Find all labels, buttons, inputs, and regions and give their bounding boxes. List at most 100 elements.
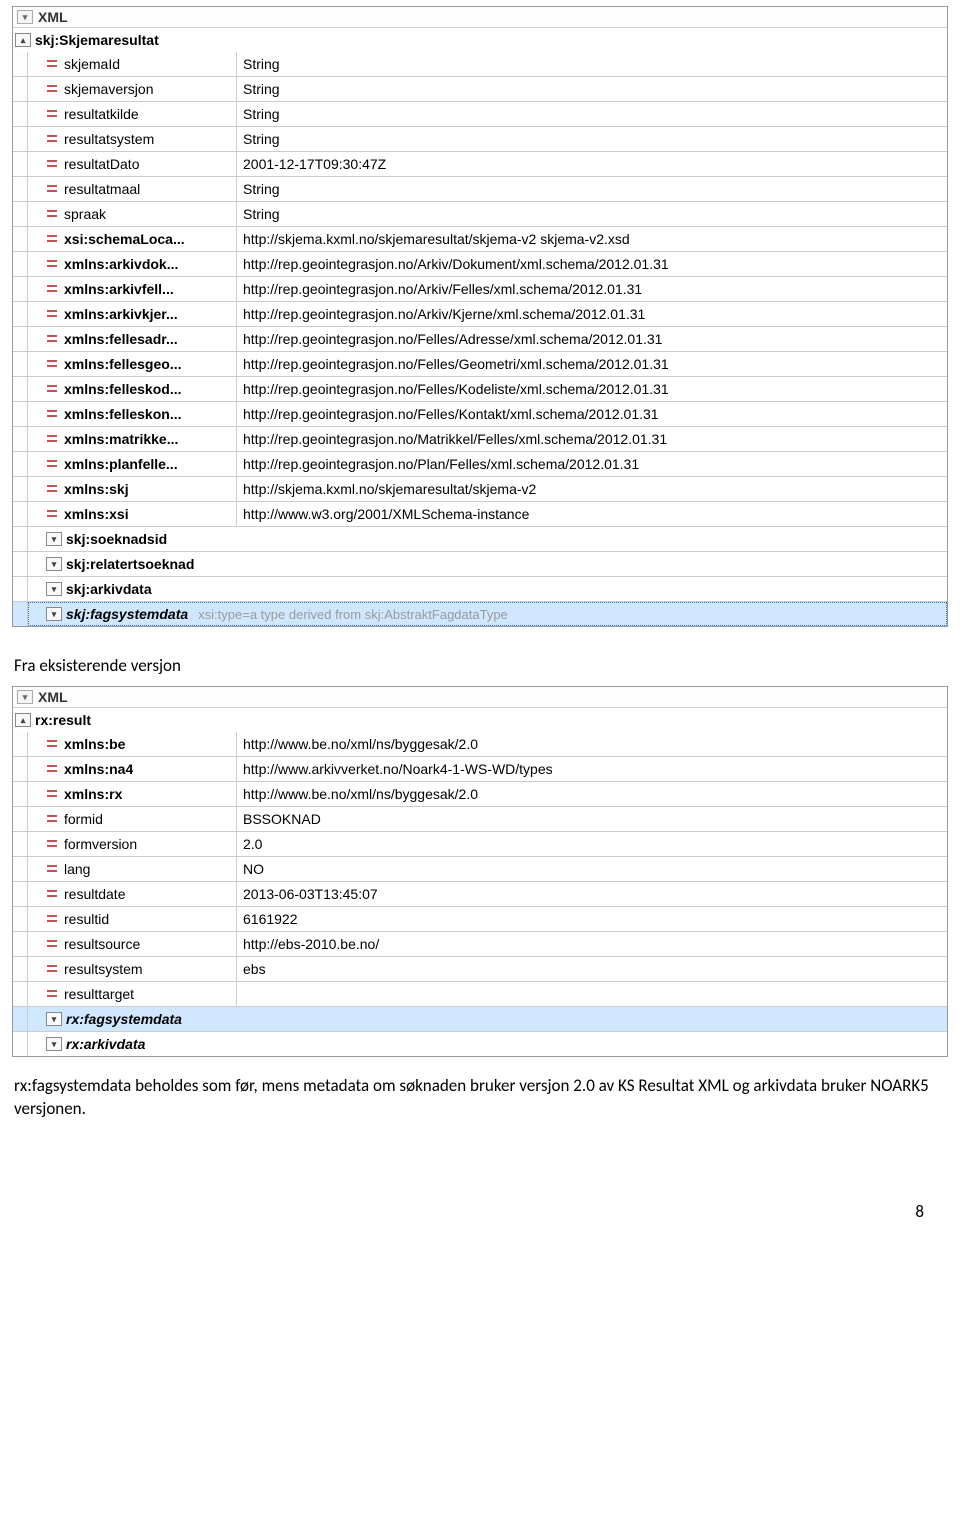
value-cell[interactable]: 2013-06-03T13:45:07 bbox=[237, 882, 947, 906]
name-cell: skjemaversjon bbox=[28, 77, 237, 101]
gutter bbox=[13, 427, 28, 451]
value-cell[interactable]: http://www.be.no/xml/ns/byggesak/2.0 bbox=[237, 732, 947, 756]
tree-row[interactable]: skj:soeknadsid bbox=[13, 526, 947, 551]
value-cell[interactable]: http://ebs-2010.be.no/ bbox=[237, 932, 947, 956]
tree-row[interactable]: resultdate 2013-06-03T13:45:07 bbox=[13, 881, 947, 906]
gutter bbox=[13, 757, 28, 781]
node-name: rx:arkivdata bbox=[66, 1036, 145, 1052]
tree-row[interactable]: xmlns:na4http://www.arkivverket.no/Noark… bbox=[13, 756, 947, 781]
gutter bbox=[13, 277, 28, 301]
value-cell[interactable]: http://www.be.no/xml/ns/byggesak/2.0 bbox=[237, 782, 947, 806]
name-cell: skj:soeknadsid bbox=[28, 527, 947, 551]
tree-row[interactable]: xmlns:felleskon...http://rep.geointegras… bbox=[13, 401, 947, 426]
root-row[interactable]: rx:result bbox=[13, 708, 947, 732]
gutter bbox=[13, 227, 28, 251]
value-cell[interactable]: ebs bbox=[237, 957, 947, 981]
node-name: formversion bbox=[64, 836, 137, 852]
tree-row[interactable]: formidBSSOKNAD bbox=[13, 806, 947, 831]
name-cell: resultdate bbox=[28, 882, 237, 906]
value-cell[interactable]: String bbox=[237, 177, 947, 201]
value-cell[interactable] bbox=[237, 982, 947, 1006]
tree-row[interactable]: xmlns:planfelle... http://rep.geointegras… bbox=[13, 451, 947, 476]
tree-row[interactable]: langNO bbox=[13, 856, 947, 881]
value-cell[interactable]: 2001-12-17T09:30:47Z bbox=[237, 152, 947, 176]
gutter bbox=[13, 502, 28, 526]
value-cell[interactable]: 6161922 bbox=[237, 907, 947, 931]
tree-row[interactable]: xmlns:arkivfell...http://rep.geointegras… bbox=[13, 276, 947, 301]
name-cell: xmlns:be bbox=[28, 732, 237, 756]
tree-row[interactable]: rx:fagsystemdata bbox=[13, 1006, 947, 1031]
value-cell[interactable]: http://rep.geointegrasjon.no/Arkiv/Kjern… bbox=[237, 302, 947, 326]
value-cell[interactable]: BSSOKNAD bbox=[237, 807, 947, 831]
attribute-icon bbox=[46, 207, 60, 221]
tree-row[interactable]: formversion 2.0 bbox=[13, 831, 947, 856]
value-cell[interactable]: 2.0 bbox=[237, 832, 947, 856]
value-cell[interactable]: NO bbox=[237, 857, 947, 881]
tree-row[interactable]: skj:arkivdata bbox=[13, 576, 947, 601]
tree-row[interactable]: resultid6161922 bbox=[13, 906, 947, 931]
tree-2: rx:result xmlns:behttp://www.be.no/xml/n… bbox=[13, 708, 947, 1056]
tree-row[interactable]: resultatDato2001-12-17T09:30:47Z bbox=[13, 151, 947, 176]
collapse-icon[interactable] bbox=[15, 33, 31, 47]
collapse-icon[interactable] bbox=[15, 713, 31, 727]
value-cell[interactable]: http://rep.geointegrasjon.no/Matrikkel/F… bbox=[237, 427, 947, 451]
tree-row[interactable]: xmlns:rxhttp://www.be.no/xml/ns/byggesak… bbox=[13, 781, 947, 806]
tree-row[interactable]: xmlns:behttp://www.be.no/xml/ns/byggesak… bbox=[13, 732, 947, 756]
node-name: xmlns:planfelle... bbox=[64, 456, 178, 472]
node-name: resultsource bbox=[64, 936, 140, 952]
value-cell[interactable]: http://rep.geointegrasjon.no/Plan/Felles… bbox=[237, 452, 947, 476]
node-name: xmlns:arkivkjer... bbox=[64, 306, 178, 322]
tree-row[interactable]: xmlns:xsihttp://www.w3.org/2001/XMLSchem… bbox=[13, 501, 947, 526]
value-cell[interactable]: http://rep.geointegrasjon.no/Arkiv/Felle… bbox=[237, 277, 947, 301]
tree-row[interactable]: resultsystemebs bbox=[13, 956, 947, 981]
value-cell[interactable]: http://rep.geointegrasjon.no/Arkiv/Dokum… bbox=[237, 252, 947, 276]
value-cell[interactable]: String bbox=[237, 102, 947, 126]
expand-icon[interactable] bbox=[46, 532, 62, 546]
tree-row[interactable]: resultatmaalString bbox=[13, 176, 947, 201]
tree-row[interactable]: xmlns:skjhttp://skjema.kxml.no/skjemares… bbox=[13, 476, 947, 501]
value-cell[interactable]: String bbox=[237, 77, 947, 101]
xml-icon bbox=[17, 690, 33, 704]
tree-row[interactable]: xmlns:felleskod...http://rep.geointegras… bbox=[13, 376, 947, 401]
expand-icon[interactable] bbox=[46, 582, 62, 596]
node-name: resultdate bbox=[64, 886, 125, 902]
value-cell[interactable]: http://rep.geointegrasjon.no/Felles/Kode… bbox=[237, 377, 947, 401]
tree-row[interactable]: xsi:schemaLoca...http://skjema.kxml.no/s… bbox=[13, 226, 947, 251]
value-cell[interactable]: http://skjema.kxml.no/skjemaresultat/skj… bbox=[237, 227, 947, 251]
tree-row[interactable]: xmlns:matrikke...http://rep.geointegrasj… bbox=[13, 426, 947, 451]
value-cell[interactable]: String bbox=[237, 127, 947, 151]
node-name: skj:arkivdata bbox=[66, 581, 152, 597]
expand-icon[interactable] bbox=[46, 1037, 62, 1051]
tree-row[interactable]: xmlns:arkivkjer... http://rep.geointegras… bbox=[13, 301, 947, 326]
value-cell[interactable]: http://www.w3.org/2001/XMLSchema-instanc… bbox=[237, 502, 947, 526]
attribute-icon bbox=[46, 132, 60, 146]
tree-row[interactable]: resultatsystemString bbox=[13, 126, 947, 151]
tree-row[interactable]: spraakString bbox=[13, 201, 947, 226]
value-cell[interactable]: http://rep.geointegrasjon.no/Felles/Adre… bbox=[237, 327, 947, 351]
expand-icon[interactable] bbox=[46, 557, 62, 571]
name-cell: xmlns:felleskod... bbox=[28, 377, 237, 401]
tree-row[interactable]: xmlns:arkivdok...http://rep.geointegrasj… bbox=[13, 251, 947, 276]
tree-row[interactable]: resulttarget bbox=[13, 981, 947, 1006]
value-cell[interactable]: String bbox=[237, 202, 947, 226]
tree-row[interactable]: skj:fagsystemdataxsi:type=a type derived… bbox=[13, 601, 947, 626]
value-cell[interactable]: http://rep.geointegrasjon.no/Felles/Geom… bbox=[237, 352, 947, 376]
expand-icon[interactable] bbox=[46, 607, 62, 621]
tree-row[interactable]: skjemaIdString bbox=[13, 52, 947, 76]
tree-row[interactable]: resultsource http://ebs-2010.be.no/ bbox=[13, 931, 947, 956]
value-cell[interactable]: http://rep.geointegrasjon.no/Felles/Kont… bbox=[237, 402, 947, 426]
tree-row[interactable]: resultatkilde String bbox=[13, 101, 947, 126]
node-name: resultatkilde bbox=[64, 106, 139, 122]
attribute-icon bbox=[46, 232, 60, 246]
tree-row[interactable]: skjemaversjonString bbox=[13, 76, 947, 101]
tree-row[interactable]: skj:relatertsoeknad bbox=[13, 551, 947, 576]
tree-row[interactable]: rx:arkivdata bbox=[13, 1031, 947, 1056]
expand-icon[interactable] bbox=[46, 1012, 62, 1026]
value-cell[interactable]: String bbox=[237, 52, 947, 76]
value-cell[interactable]: http://skjema.kxml.no/skjemaresultat/skj… bbox=[237, 477, 947, 501]
root-row[interactable]: skj:Skjemaresultat bbox=[13, 28, 947, 52]
tree-row[interactable]: xmlns:fellesgeo...http://rep.geointegras… bbox=[13, 351, 947, 376]
value-cell[interactable]: http://www.arkivverket.no/Noark4-1-WS-WD… bbox=[237, 757, 947, 781]
gutter bbox=[13, 477, 28, 501]
tree-row[interactable]: xmlns:fellesadr...http://rep.geointegras… bbox=[13, 326, 947, 351]
